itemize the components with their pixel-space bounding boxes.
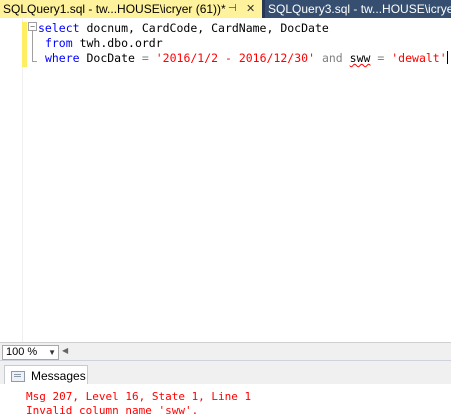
select-columns: docnum, CardCode, CardName, DocDate <box>79 21 329 35</box>
messages-tab-label: Messages <box>31 369 86 383</box>
error-message-line: Invalid column name 'sww'. <box>26 404 199 417</box>
tab-messages[interactable]: Messages <box>4 365 88 386</box>
keyword-where: where <box>44 51 80 65</box>
sql-code[interactable]: select docnum, CardCode, CardName, DocDa… <box>38 21 448 66</box>
outline-line-end <box>32 61 37 62</box>
editor-status-bar: 100 % ▼ ◀ <box>0 342 451 360</box>
messages-icon <box>11 371 25 382</box>
tab-label: SQLQuery3.sql - tw...HOUSE\icryer <box>268 2 451 16</box>
collapse-icon[interactable]: − <box>28 22 37 31</box>
column-sww-error: sww <box>349 51 371 65</box>
keyword-select: select <box>38 21 80 35</box>
close-icon[interactable]: ✕ <box>246 0 255 18</box>
keyword-from: from <box>44 36 73 50</box>
zoom-value: 100 % <box>6 346 38 358</box>
outline-line <box>32 31 33 61</box>
operator-equals: = <box>141 51 149 65</box>
messages-pane[interactable]: Msg 207, Level 16, State 1, Line 1 Inval… <box>0 384 451 420</box>
query-editor[interactable]: − select docnum, CardCode, CardName, Doc… <box>0 18 451 342</box>
scroll-left-icon[interactable]: ◀ <box>62 346 68 355</box>
tab-sqlquery1[interactable]: SQLQuery1.sql - tw...HOUSE\icryer (61))*… <box>0 0 262 18</box>
code-line-2: from twh.dbo.ordr <box>38 36 448 51</box>
text-caret <box>446 51 448 64</box>
operator-and: and <box>321 51 343 65</box>
editor-margin <box>0 18 23 342</box>
results-tab-strip: Messages <box>0 360 451 386</box>
change-tracking-bar <box>22 22 27 67</box>
document-tab-strip: SQLQuery1.sql - tw...HOUSE\icryer (61))*… <box>0 0 451 18</box>
tab-sqlquery3[interactable]: SQLQuery3.sql - tw...HOUSE\icryer <box>265 0 451 18</box>
zoom-dropdown[interactable]: 100 % ▼ <box>2 345 59 360</box>
error-message-line: Msg 207, Level 16, State 1, Line 1 <box>26 390 252 403</box>
column-docdate: DocDate <box>79 51 142 65</box>
string-date-range: '2016/1/2 - 2016/12/30' <box>155 51 315 65</box>
code-line-1: select docnum, CardCode, CardName, DocDa… <box>38 21 448 36</box>
tab-label: SQLQuery1.sql - tw...HOUSE\icryer (61))* <box>3 2 226 16</box>
chevron-down-icon: ▼ <box>48 348 56 357</box>
table-name: twh.dbo.ordr <box>72 36 163 50</box>
string-dewalt: 'dewalt' <box>391 51 447 65</box>
pin-icon[interactable]: ⊣ <box>228 0 237 18</box>
code-line-3: where DocDate = '2016/1/2 - 2016/12/30' … <box>38 51 448 66</box>
horizontal-scrollbar[interactable]: ◀ <box>60 345 451 358</box>
